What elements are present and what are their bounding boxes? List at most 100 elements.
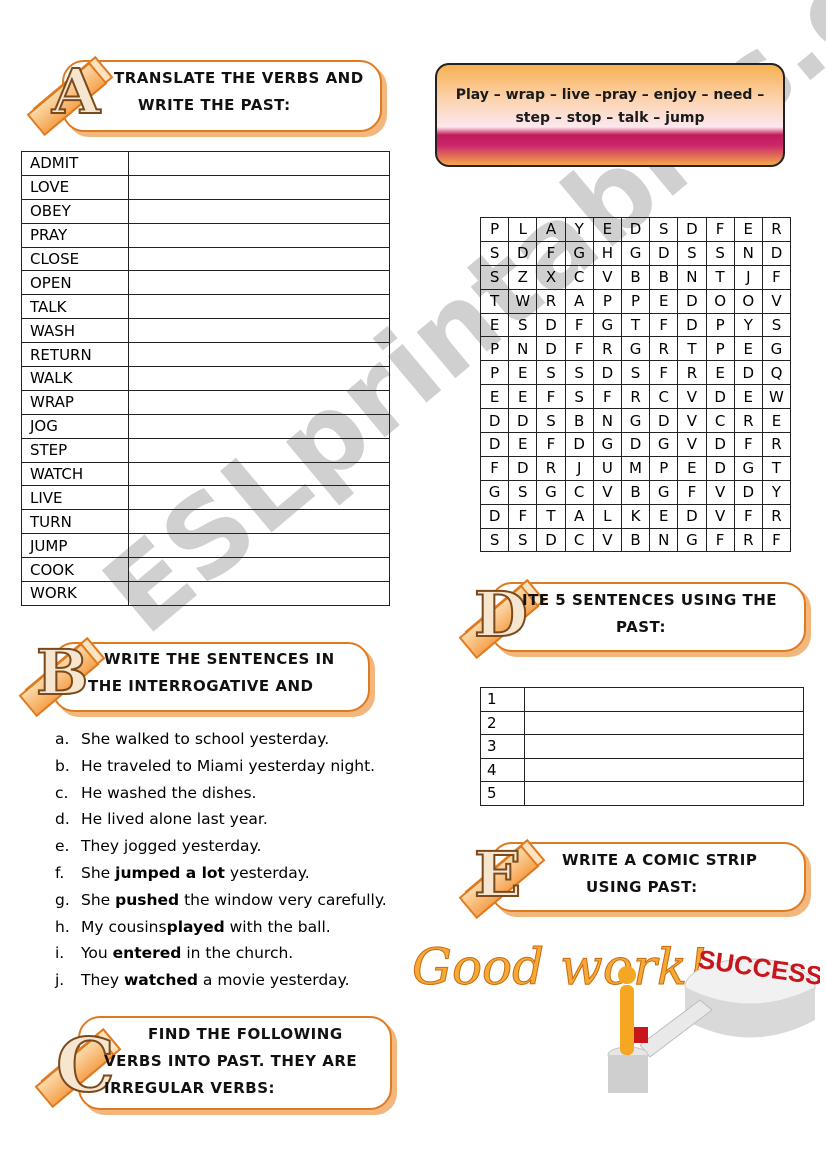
word-search-cell[interactable]: O <box>705 288 735 314</box>
word-search-cell[interactable]: U <box>592 455 622 481</box>
word-search-cell[interactable]: Q <box>761 360 792 386</box>
word-search-cell[interactable]: S <box>677 240 707 266</box>
word-search-cell[interactable]: N <box>733 240 763 266</box>
word-search-cell[interactable]: R <box>620 384 651 410</box>
word-search-cell[interactable]: A <box>564 503 594 529</box>
word-search-cell[interactable]: F <box>649 360 679 386</box>
word-search-cell[interactable]: S <box>761 312 792 338</box>
past-answer-cell[interactable] <box>128 342 390 368</box>
word-search-cell[interactable]: D <box>479 432 510 457</box>
word-search-cell[interactable]: F <box>733 503 763 529</box>
word-search-cell[interactable]: F <box>564 336 594 362</box>
word-search-cell[interactable]: R <box>536 288 566 314</box>
past-answer-cell[interactable] <box>128 246 390 272</box>
sentence-answer-cell[interactable] <box>524 687 804 712</box>
word-search-cell[interactable]: E <box>508 360 538 386</box>
word-search-cell[interactable]: T <box>479 288 510 314</box>
word-search-cell[interactable]: M <box>620 455 651 481</box>
word-search-cell[interactable]: D <box>649 408 679 434</box>
word-search-cell[interactable]: D <box>733 479 763 505</box>
word-search-cell[interactable]: V <box>761 288 792 314</box>
word-search-cell[interactable]: C <box>649 384 679 410</box>
word-search-cell[interactable]: V <box>677 432 707 457</box>
word-search-cell[interactable]: S <box>564 384 594 410</box>
word-search-cell[interactable]: G <box>620 336 651 362</box>
word-search-cell[interactable]: B <box>564 408 594 434</box>
word-search-cell[interactable]: R <box>592 336 622 362</box>
word-search-cell[interactable]: S <box>536 408 566 434</box>
word-search-cell[interactable]: W <box>508 288 538 314</box>
word-search-cell[interactable]: F <box>733 432 763 457</box>
word-search-cell[interactable]: J <box>564 455 594 481</box>
word-search-cell[interactable]: C <box>564 527 594 553</box>
word-search-cell[interactable]: E <box>705 360 735 386</box>
past-answer-cell[interactable] <box>128 485 390 511</box>
word-search-cell[interactable]: L <box>508 217 538 242</box>
word-search-cell[interactable]: Y <box>733 312 763 338</box>
word-search-cell[interactable]: W <box>761 384 792 410</box>
word-search-cell[interactable]: D <box>620 432 651 457</box>
word-search-cell[interactable]: D <box>705 432 735 457</box>
word-search-cell[interactable]: R <box>733 408 763 434</box>
word-search-cell[interactable]: G <box>592 432 622 457</box>
word-search-cell[interactable]: D <box>761 240 792 266</box>
word-search-cell[interactable]: X <box>536 264 566 290</box>
word-search-cell[interactable]: A <box>536 217 566 242</box>
word-search-cell[interactable]: D <box>705 384 735 410</box>
word-search-cell[interactable]: T <box>536 503 566 529</box>
word-search-cell[interactable]: S <box>479 264 510 290</box>
word-search-cell[interactable]: S <box>564 360 594 386</box>
word-search-cell[interactable]: E <box>592 217 622 242</box>
word-search-cell[interactable]: Y <box>564 217 594 242</box>
word-search-cell[interactable]: V <box>592 479 622 505</box>
word-search-cell[interactable]: D <box>677 217 707 242</box>
past-answer-cell[interactable] <box>128 413 390 439</box>
word-search-cell[interactable]: E <box>733 384 763 410</box>
word-search-cell[interactable]: T <box>620 312 651 338</box>
sentence-answer-cell[interactable] <box>524 734 804 759</box>
word-search-cell[interactable]: C <box>705 408 735 434</box>
word-search-cell[interactable]: K <box>620 503 651 529</box>
word-search-cell[interactable]: D <box>677 288 707 314</box>
sentence-answer-cell[interactable] <box>524 710 804 735</box>
word-search-cell[interactable]: P <box>705 336 735 362</box>
word-search-cell[interactable]: F <box>479 455 510 481</box>
word-search-cell[interactable]: G <box>733 455 763 481</box>
word-search-cell[interactable]: F <box>536 240 566 266</box>
past-answer-cell[interactable] <box>128 270 390 296</box>
word-search-cell[interactable]: E <box>733 217 763 242</box>
word-search-cell[interactable]: S <box>479 240 510 266</box>
word-search-cell[interactable]: S <box>479 527 510 553</box>
word-search-cell[interactable]: D <box>536 527 566 553</box>
word-search-cell[interactable]: E <box>479 384 510 410</box>
word-search-cell[interactable]: T <box>677 336 707 362</box>
word-search-cell[interactable]: N <box>677 264 707 290</box>
word-search-cell[interactable]: D <box>620 217 651 242</box>
word-search-cell[interactable]: G <box>761 336 792 362</box>
word-search-cell[interactable]: N <box>592 408 622 434</box>
word-search-cell[interactable]: D <box>677 312 707 338</box>
word-search-cell[interactable]: P <box>479 217 510 242</box>
word-search-cell[interactable]: G <box>649 432 679 457</box>
word-search-cell[interactable]: E <box>733 336 763 362</box>
word-search-cell[interactable]: B <box>649 264 679 290</box>
word-search-cell[interactable]: V <box>592 527 622 553</box>
word-search-cell[interactable]: O <box>733 288 763 314</box>
past-answer-cell[interactable] <box>128 318 390 344</box>
word-search-cell[interactable]: F <box>761 264 792 290</box>
word-search-cell[interactable]: E <box>761 408 792 434</box>
word-search-cell[interactable]: G <box>564 240 594 266</box>
word-search-cell[interactable]: S <box>508 527 538 553</box>
word-search-cell[interactable]: P <box>620 288 651 314</box>
word-search-cell[interactable]: D <box>536 336 566 362</box>
word-search-cell[interactable]: D <box>677 503 707 529</box>
word-search-cell[interactable]: S <box>508 312 538 338</box>
sentence-answer-cell[interactable] <box>524 757 804 782</box>
word-search-cell[interactable]: H <box>592 240 622 266</box>
word-search-cell[interactable]: S <box>508 479 538 505</box>
word-search-cell[interactable]: F <box>761 527 792 553</box>
word-search-cell[interactable]: F <box>705 527 735 553</box>
word-search-cell[interactable]: E <box>649 288 679 314</box>
word-search-cell[interactable]: S <box>705 240 735 266</box>
word-search-cell[interactable]: S <box>536 360 566 386</box>
